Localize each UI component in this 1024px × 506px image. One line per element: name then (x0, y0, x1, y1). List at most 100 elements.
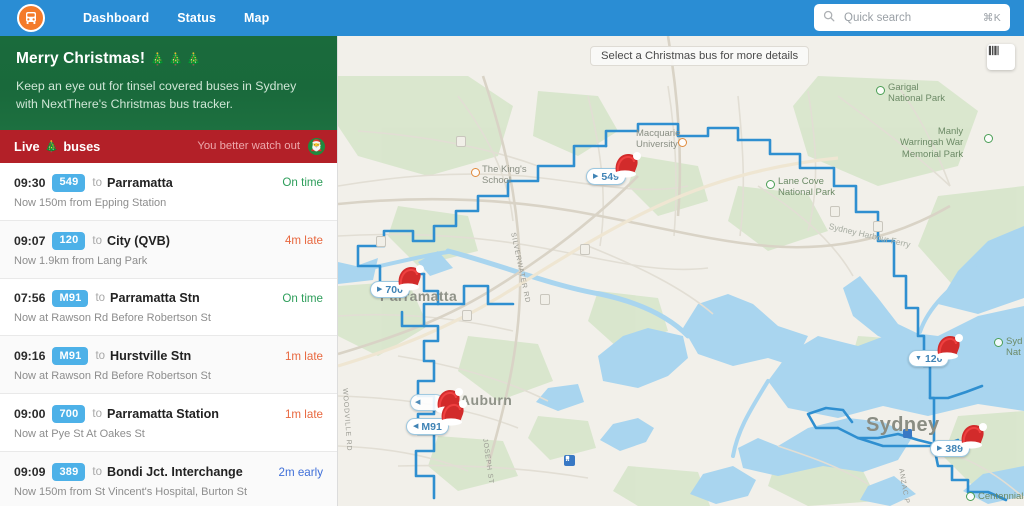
nav-link-map[interactable]: Map (230, 5, 283, 31)
bus-time: 09:07 (14, 233, 46, 248)
bus-marker-389-badge[interactable]: ▶ 389 (930, 440, 970, 457)
bus-destination: Parramatta (107, 175, 173, 190)
bus-marker-120[interactable]: ▼ 120 (908, 334, 963, 367)
bus-destination: Bondi Jct. Interchange (107, 465, 243, 480)
christmas-banner: Merry Christmas! 🎄🎄🎄 Keep an eye out for… (0, 36, 337, 130)
bus-marker-700-route: 700 (385, 283, 403, 296)
bus-marker-m91-badge[interactable]: ◀ M91 (406, 418, 449, 435)
bus-direction-arrow: ▼ (915, 355, 922, 362)
list-item[interactable]: 09:09 389 to Bondi Jct. Interchange 2m e… (0, 452, 337, 506)
search-shortcut-hint: ⌘K (982, 11, 1001, 24)
quick-search-box[interactable]: ⌘K (814, 4, 1010, 31)
poi-dot-lane-cove (766, 180, 775, 189)
bus-row-primary: 09:00 700 to Parramatta Station 1m late (14, 405, 323, 424)
map-canvas[interactable]: Select a Christmas bus for more details … (338, 36, 1024, 506)
poi-dot-kings-school (471, 168, 480, 177)
bus-location: Now at Rawson Rd Before Robertson St (14, 312, 211, 325)
bus-marker-m91-secondary-badge[interactable]: ◀ (410, 394, 444, 411)
christmas-tree-icon-small: 🎄 (44, 140, 59, 153)
bus-location: Now 150m from St Vincent's Hospital, Bur… (14, 485, 247, 498)
route-badge: 549 (52, 173, 86, 192)
poi-dot-sydney-national (994, 338, 1003, 347)
bus-marker-389-route: 389 (945, 442, 963, 455)
highway-shield (873, 221, 883, 232)
list-item[interactable]: 09:30 549 to Parramatta On time Now 150m… (0, 162, 337, 221)
nav-link-status[interactable]: Status (163, 5, 230, 31)
poi-dot-macquarie (678, 138, 687, 147)
bus-marker-700[interactable]: ▶ 700 (370, 265, 424, 298)
nav-link-dashboard[interactable]: Dashboard (73, 5, 163, 31)
bus-marker-m91-secondary[interactable]: ◀ (410, 388, 463, 414)
to-label: to (92, 234, 102, 247)
status-badge: 4m late (284, 234, 323, 248)
bus-logo-icon[interactable] (17, 4, 45, 32)
bus-time: 09:09 (14, 465, 46, 480)
bus-marker-389[interactable]: ▶ 389 (930, 423, 987, 457)
highway-shield (580, 244, 590, 255)
highway-shield (540, 294, 550, 305)
live-label-suffix: buses (63, 138, 101, 154)
to-label: to (95, 350, 106, 363)
santa-icon: 🎅 (308, 137, 325, 155)
app-root: Dashboard Status Map ⌘K Merry Christmas!… (0, 0, 1024, 506)
highway-shield (376, 236, 386, 247)
bus-destination: Parramatta Station (107, 407, 219, 422)
status-badge: 1m late (284, 407, 323, 421)
bus-row-primary: 09:16 M91 to Hurstville Stn 1m late (14, 347, 323, 366)
live-buses-heading: Live 🎄 buses (14, 139, 100, 154)
search-icon (823, 9, 835, 27)
bus-list[interactable]: 09:30 549 to Parramatta On time Now 150m… (0, 162, 337, 506)
christmas-banner-title-text: Merry Christmas! (16, 50, 146, 67)
list-item[interactable]: 09:16 M91 to Hurstville Stn 1m late Now … (0, 336, 337, 395)
status-badge: 1m late (284, 349, 323, 363)
bus-location: Now at Pye St At Oakes St (14, 428, 145, 441)
bus-direction-arrow: ▶ (593, 173, 599, 180)
bus-marker-120-route: 120 (924, 352, 943, 365)
bus-marker-700-badge[interactable]: ▶ 700 (370, 281, 410, 298)
rail-station-icon (564, 455, 575, 466)
christmas-banner-body: Keep an eye out for tinsel covered buses… (16, 79, 297, 112)
map-tooltip: Select a Christmas bus for more details (590, 46, 810, 66)
bus-direction-arrow: ▶ (377, 286, 383, 293)
map-layers-icon[interactable] (987, 44, 1015, 70)
poi-dot-manly-warringah (984, 134, 993, 143)
bus-marker-m91[interactable]: ◀ M91 (406, 400, 467, 435)
poi-dot-garigal (876, 86, 885, 95)
route-badge: M91 (52, 289, 89, 308)
route-badge: M91 (52, 347, 89, 366)
bus-destination: City (QVB) (107, 233, 170, 248)
bus-marker-m91-route: M91 (421, 420, 442, 433)
status-badge: On time (282, 176, 323, 190)
to-label: to (92, 466, 102, 479)
sidebar: Merry Christmas! 🎄🎄🎄 Keep an eye out for… (0, 36, 338, 506)
bus-marker-549[interactable]: ▶ 549 (586, 152, 641, 185)
status-badge: On time (282, 291, 323, 305)
bus-marker-120-badge[interactable]: ▼ 120 (908, 350, 950, 367)
list-item[interactable]: 09:07 120 to City (QVB) 4m late Now 1.9k… (0, 220, 337, 279)
christmas-banner-title: Merry Christmas! 🎄🎄🎄 (16, 50, 321, 68)
to-label: to (92, 408, 102, 421)
map-basemap (338, 36, 1024, 506)
bus-marker-549-badge[interactable]: ▶ 549 (586, 168, 626, 185)
highway-shield (830, 206, 840, 217)
bus-time: 09:30 (14, 175, 46, 190)
top-navbar: Dashboard Status Map ⌘K (0, 0, 1024, 36)
status-badge: 2m early (278, 465, 323, 479)
route-badge: 389 (52, 463, 86, 481)
bus-row-primary: 09:09 389 to Bondi Jct. Interchange 2m e… (14, 463, 323, 481)
bus-row-primary: 09:07 120 to City (QVB) 4m late (14, 231, 323, 250)
bus-marker-549-route: 549 (601, 170, 619, 183)
nav-links: Dashboard Status Map (73, 5, 283, 31)
live-label-prefix: Live (14, 138, 40, 154)
list-item[interactable]: 09:00 700 to Parramatta Station 1m late … (0, 394, 337, 453)
bus-time: 07:56 (14, 291, 46, 306)
bus-row-primary: 07:56 M91 to Parramatta Stn On time (14, 289, 323, 308)
search-input[interactable] (842, 10, 983, 25)
bus-time: 09:00 (14, 407, 46, 422)
bus-location: Now 150m from Epping Station (14, 196, 167, 209)
list-item[interactable]: 07:56 M91 to Parramatta Stn On time Now … (0, 278, 337, 337)
bus-direction-arrow: ▶ (937, 445, 943, 452)
live-buses-note-group: You better watch out 🎅 (197, 137, 325, 155)
bus-row-primary: 09:30 549 to Parramatta On time (14, 173, 323, 192)
route-badge: 700 (52, 405, 86, 424)
